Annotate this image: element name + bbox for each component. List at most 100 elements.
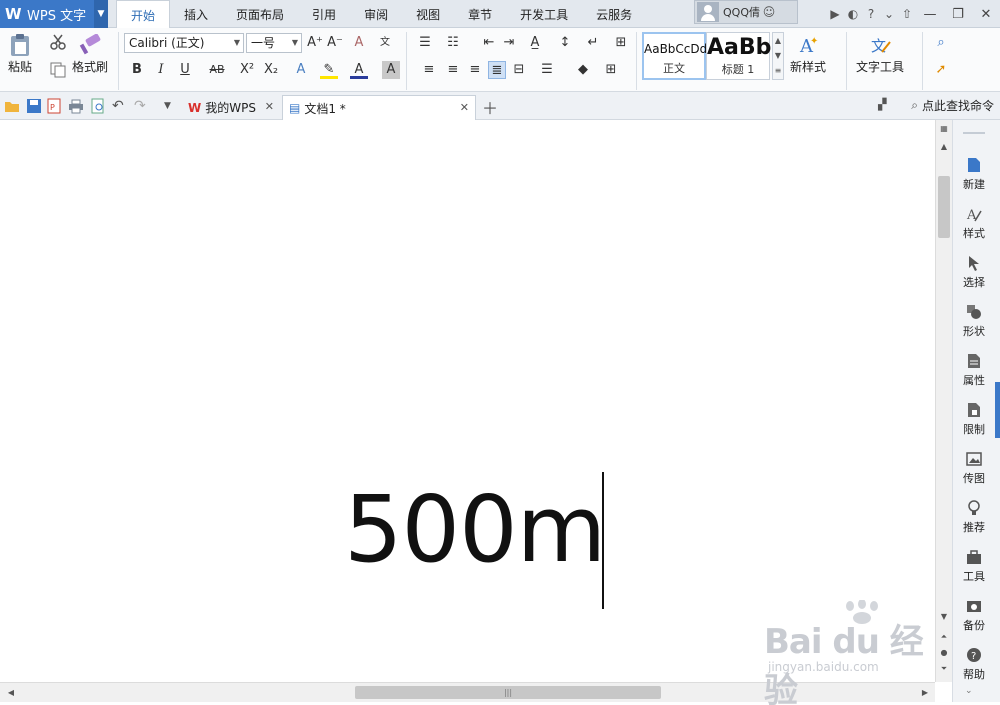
export-pdf-icon[interactable]: P	[46, 98, 62, 114]
style-normal[interactable]: AaBbCcDd 正文	[642, 32, 707, 80]
font-size-select[interactable]: 一号 ▼	[246, 33, 302, 53]
task-shapes[interactable]: 形状	[953, 303, 995, 339]
task-properties[interactable]: 属性	[953, 352, 995, 388]
share-icon[interactable]: ◐	[844, 5, 862, 23]
increase-indent-icon[interactable]: ⇥	[500, 34, 518, 52]
scroll-right-icon[interactable]: ▶	[918, 686, 932, 700]
app-menu-button[interactable]: W WPS 文字 ▼	[0, 0, 108, 28]
select-browse-object-icon[interactable]: ●	[936, 646, 952, 660]
show-marks-icon[interactable]: ↵	[584, 34, 602, 52]
skin-icon[interactable]: ☺	[760, 3, 778, 21]
tab-review[interactable]: 审阅	[350, 0, 402, 28]
decrease-indent-icon[interactable]: ⇤	[480, 34, 498, 52]
align-right-icon[interactable]: ≡	[466, 61, 484, 79]
close-icon[interactable]: ✕	[265, 100, 274, 113]
tab-insert[interactable]: 插入	[170, 0, 222, 28]
text-effect-icon[interactable]: A	[292, 61, 310, 79]
send-icon[interactable]: ▶	[826, 5, 844, 23]
document-text[interactable]: 500m	[344, 480, 606, 580]
char-shading-icon[interactable]: A	[382, 61, 400, 79]
select-cursor-icon[interactable]: ➚	[932, 61, 950, 79]
customize-dropdown-icon[interactable]: ▼	[164, 101, 180, 117]
highlight-icon[interactable]: ✎	[320, 61, 338, 79]
bold-icon[interactable]: B	[128, 61, 146, 79]
next-page-icon[interactable]: ⏷	[936, 662, 952, 676]
underline-icon[interactable]: U	[176, 61, 194, 79]
open-folder-icon[interactable]	[4, 98, 20, 114]
task-backup[interactable]: 备份	[953, 597, 995, 633]
new-tab-icon[interactable]: ＋	[482, 95, 498, 119]
table-grid-icon[interactable]: ⊞	[612, 34, 630, 52]
scroll-up-icon[interactable]: ▲	[936, 140, 952, 154]
vertical-scroll-thumb[interactable]	[938, 176, 950, 238]
tab-section[interactable]: 章节	[454, 0, 506, 28]
format-painter-button[interactable]: 格式刷	[72, 32, 108, 75]
tab-home[interactable]: 开始	[116, 0, 171, 29]
scroll-left-icon[interactable]: ◀	[4, 686, 18, 700]
style-heading-1[interactable]: AaBb 标题 1	[706, 32, 771, 80]
font-color-icon[interactable]: A	[350, 61, 368, 79]
page-settings-icon[interactable]: ▦	[936, 122, 952, 136]
task-styles[interactable]: A 样式	[953, 205, 995, 241]
copy-icon[interactable]	[50, 62, 66, 81]
doc-tab-document1[interactable]: ▤ 文档1 * ✕	[282, 95, 476, 120]
pin-icon[interactable]: ▞	[878, 98, 886, 111]
align-left-icon[interactable]: ≡	[420, 61, 438, 79]
task-recommend[interactable]: 推荐	[953, 499, 995, 535]
line-spacing-icon[interactable]: ☰	[538, 61, 556, 79]
tab-references[interactable]: 引用	[298, 0, 350, 28]
horizontal-scroll-thumb[interactable]: |||	[355, 686, 661, 699]
tab-page-layout[interactable]: 页面布局	[222, 0, 298, 28]
text-tools-button[interactable]: 文 文字工具	[856, 32, 904, 75]
paragraph-shading-icon[interactable]: ◆	[574, 61, 592, 79]
task-help[interactable]: ? 帮助	[953, 646, 995, 682]
styles-scroll[interactable]: ▲ ▼ ≡	[772, 32, 784, 80]
task-tools[interactable]: 工具	[953, 548, 995, 584]
shrink-font-icon[interactable]: A⁻	[326, 34, 344, 52]
clear-format-icon[interactable]: A	[350, 34, 368, 52]
undo-icon[interactable]: ↶	[112, 98, 128, 114]
borders-icon[interactable]: ⊞	[602, 61, 620, 79]
print-icon[interactable]	[68, 98, 84, 114]
align-center-icon[interactable]: ≡	[444, 61, 462, 79]
app-menu-dropdown-icon[interactable]: ▼	[94, 0, 108, 28]
tab-cloud[interactable]: 云服务	[582, 0, 646, 28]
close-button[interactable]: ✕	[972, 0, 1000, 28]
print-preview-icon[interactable]	[90, 98, 106, 114]
horizontal-scrollbar[interactable]: ◀ ||| ▶	[0, 682, 935, 702]
help-icon[interactable]: ?	[862, 5, 880, 23]
save-icon[interactable]	[26, 98, 42, 114]
task-select[interactable]: 选择	[953, 254, 995, 290]
new-style-button[interactable]: A ✦ 新样式	[790, 32, 826, 75]
chevron-down-icon[interactable]: ⌄	[880, 5, 898, 23]
text-direction-icon[interactable]: A̲	[526, 34, 544, 52]
vertical-scrollbar[interactable]: ▦ ▲ ▼ ⏶ ● ⏷	[935, 120, 952, 682]
cut-icon[interactable]	[50, 34, 66, 53]
superscript-icon[interactable]: X²	[238, 61, 256, 79]
phonetic-guide-icon[interactable]: 文	[376, 34, 394, 52]
task-upload-image[interactable]: 传图	[953, 450, 995, 486]
numbered-list-icon[interactable]: ☷	[444, 34, 462, 52]
search-command-button[interactable]: ⌕ 点此查找命令	[911, 97, 994, 114]
pane-collapse-handle[interactable]	[995, 382, 1000, 438]
task-restrict[interactable]: 限制	[953, 401, 995, 437]
doc-tab-my-wps[interactable]: W 我的WPS ✕	[182, 95, 280, 120]
italic-icon[interactable]: I	[152, 61, 170, 79]
strikethrough-icon[interactable]: AB	[206, 61, 228, 79]
expand-up-icon[interactable]: ⇧	[898, 5, 916, 23]
justify-icon[interactable]: ≣	[488, 61, 506, 79]
bullet-list-icon[interactable]: ☰	[416, 34, 434, 52]
subscript-icon[interactable]: X₂	[262, 61, 280, 79]
previous-page-icon[interactable]: ⏶	[936, 630, 952, 644]
document-canvas[interactable]: 500m	[0, 120, 935, 682]
minimize-button[interactable]: —	[916, 0, 944, 28]
tab-view[interactable]: 视图	[402, 0, 454, 28]
tab-developer[interactable]: 开发工具	[506, 0, 582, 28]
chevron-down-icon[interactable]: ⌄	[965, 686, 973, 696]
grow-font-icon[interactable]: A⁺	[306, 34, 324, 52]
redo-icon[interactable]: ↷	[134, 98, 150, 114]
close-icon[interactable]: ✕	[460, 101, 469, 114]
restore-button[interactable]: ❐	[944, 0, 972, 28]
font-name-select[interactable]: Calibri (正文) ▼	[124, 33, 244, 53]
distributed-icon[interactable]: ⊟	[510, 61, 528, 79]
